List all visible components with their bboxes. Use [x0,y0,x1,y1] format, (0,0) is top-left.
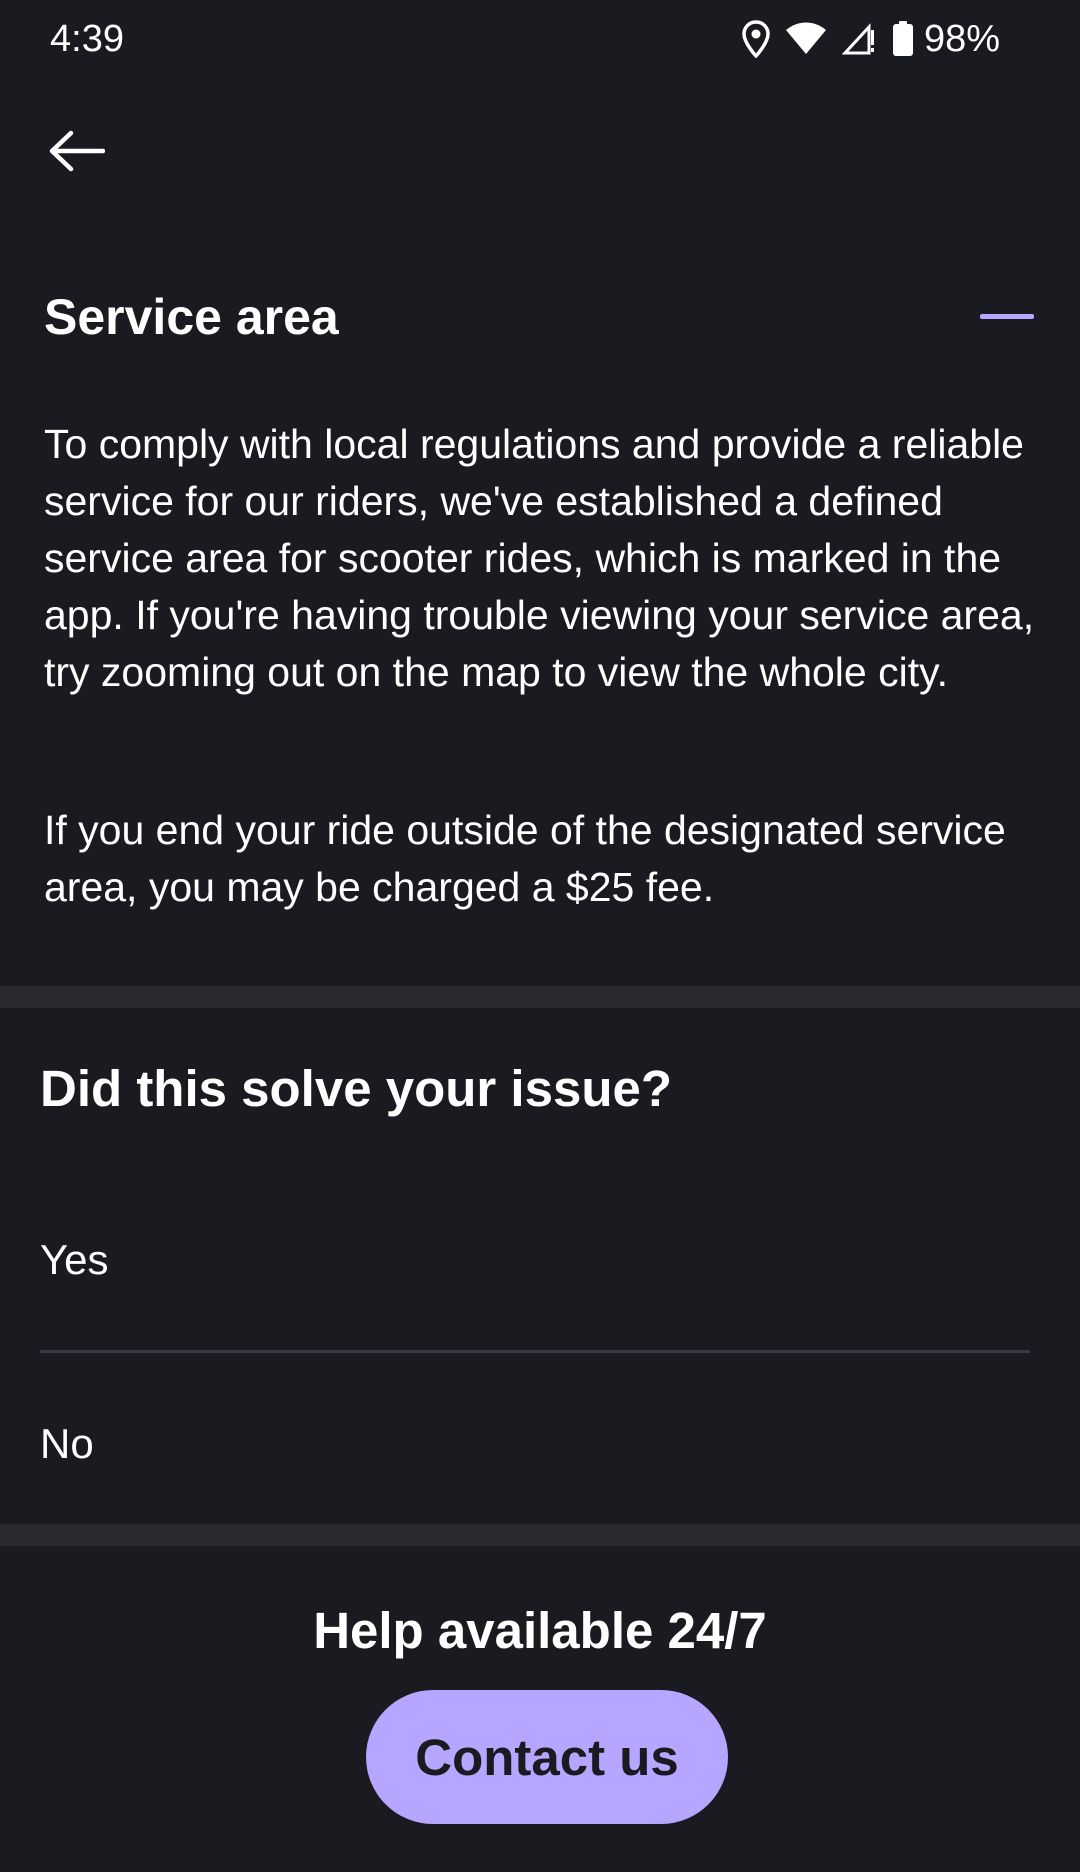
battery-icon [892,21,914,57]
status-time: 4:39 [50,18,124,60]
battery-percent: 98% [923,18,1000,60]
collapse-button[interactable] [972,298,1036,338]
help-title: Help available 24/7 [313,1602,767,1659]
service-area-paragraph: To comply with local regulations and pro… [44,421,1035,695]
feedback-option-no[interactable]: No [40,1414,1030,1474]
location-icon [742,20,770,58]
feedback-question: Did this solve your issue? [40,1060,672,1117]
arrow-left-icon [47,129,106,178]
contact-us-button[interactable]: Contact us [366,1690,728,1824]
section-divider [0,986,1080,1008]
wifi-icon [785,22,826,56]
section-header: Service area [44,280,1036,354]
option-divider [40,1350,1030,1353]
back-button[interactable] [36,118,116,188]
signal-icon [841,22,876,56]
status-icons: 98% [742,14,1000,64]
fee-paragraph: If you end your ride outside of the desi… [44,807,1006,910]
section-divider [0,1524,1080,1546]
section-title: Service area [44,289,339,345]
status-bar: 4:39 98% [0,0,1080,80]
minus-icon [980,314,1034,319]
feedback-option-yes[interactable]: Yes [40,1230,1030,1290]
